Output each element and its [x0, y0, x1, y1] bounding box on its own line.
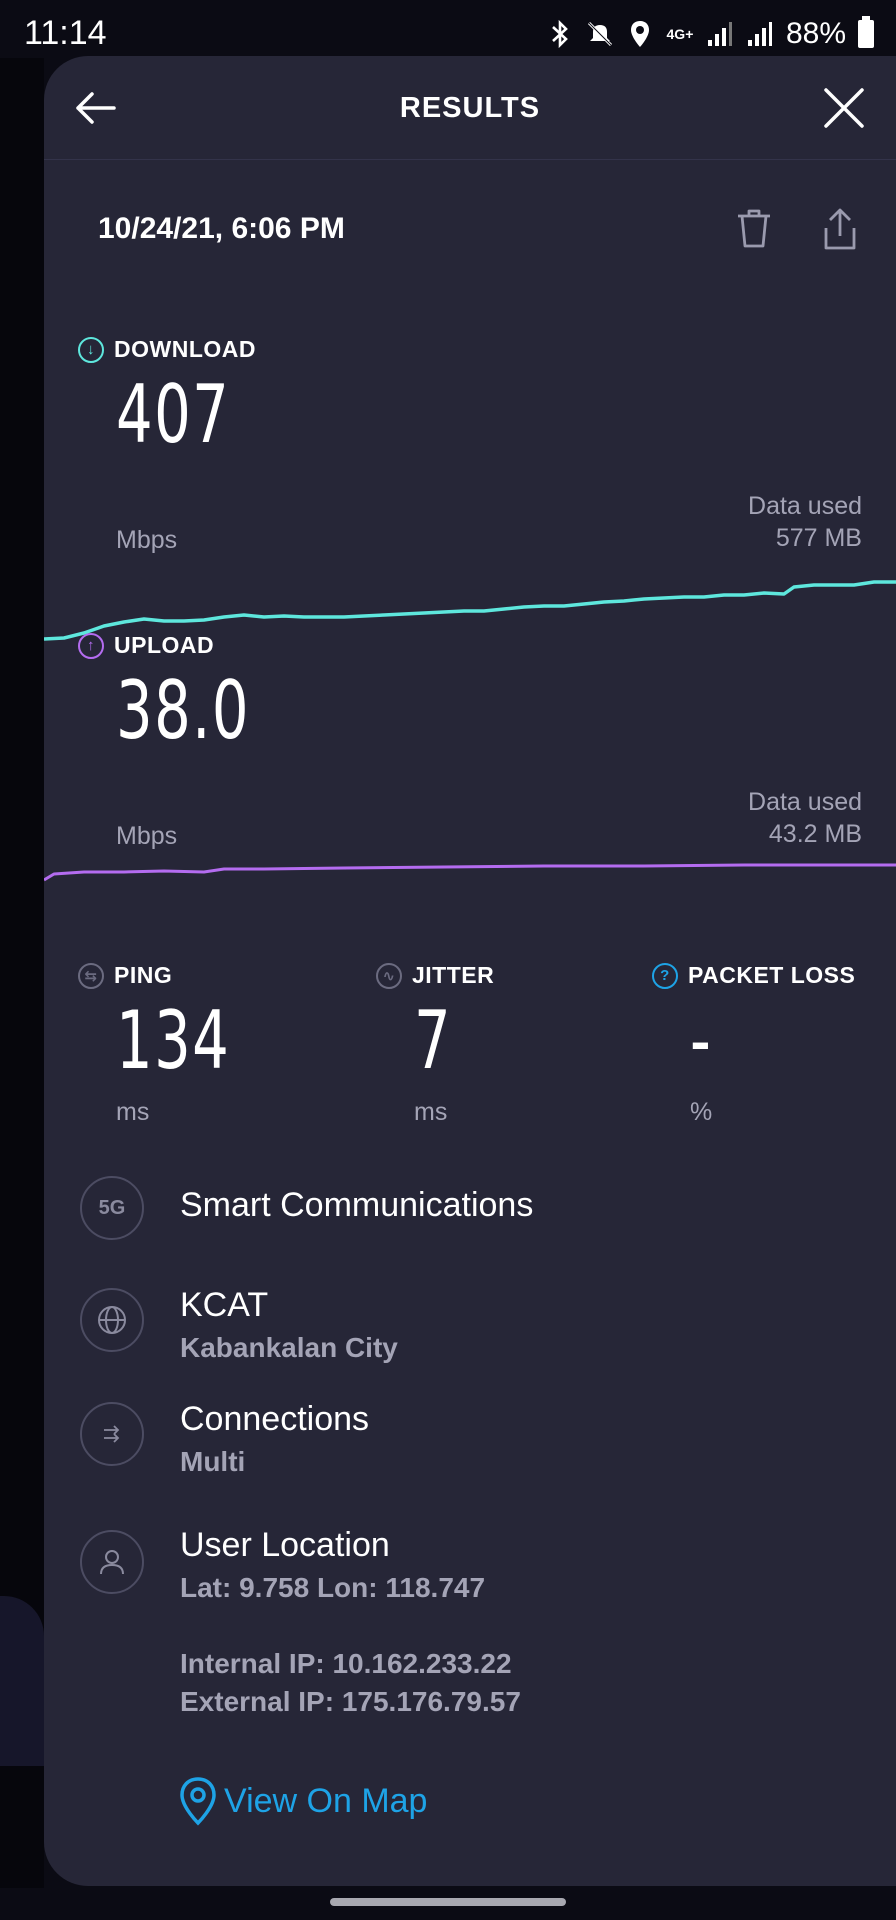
download-value: 407 [116, 368, 231, 461]
signal-icon [706, 18, 734, 50]
download-label: ↓ DOWNLOAD [78, 336, 256, 363]
person-glyph [100, 1550, 124, 1575]
upload-label: ↑ UPLOAD [78, 632, 214, 659]
close-button[interactable] [822, 86, 866, 130]
status-icons: 4G+ 88% [546, 14, 874, 54]
upload-data-used: Data used 43.2 MB [748, 786, 862, 850]
delete-button[interactable] [734, 208, 774, 250]
ping-unit: ms [116, 1098, 150, 1126]
close-icon [824, 88, 864, 128]
share-button[interactable] [818, 206, 862, 252]
connections-title: Connections [180, 1400, 370, 1438]
jitter-unit: ms [414, 1098, 448, 1126]
jitter-value: 7 [414, 994, 453, 1087]
battery-icon [858, 16, 874, 48]
ping-label-text: PING [114, 962, 173, 988]
result-datetime: 10/24/21, 6:06 PM [98, 212, 345, 245]
user-icon [80, 1530, 144, 1594]
ping-icon: ⇆ [78, 962, 104, 989]
external-ip: External IP: 175.176.79.57 [180, 1686, 521, 1717]
view-on-map-label: View On Map [224, 1781, 428, 1820]
server-location: Kabankalan City [180, 1332, 398, 1363]
packet-loss-label: ? PACKET LOSS [652, 962, 855, 989]
status-time: 11:14 [24, 14, 107, 52]
packet-loss-unit: % [690, 1098, 713, 1126]
user-location-title: User Location [180, 1526, 390, 1564]
multi-arrow-glyph [104, 1425, 120, 1443]
download-graph-line [44, 580, 896, 641]
upload-data-used-label: Data used [748, 788, 862, 816]
battery-percentage: 88% [785, 17, 846, 50]
network-type-indicator: 4G+ [666, 25, 694, 42]
jitter-icon: ∿ [376, 962, 402, 989]
connections-value: Multi [180, 1446, 246, 1477]
page-title: RESULTS [399, 92, 541, 124]
server-name[interactable]: KCAT [180, 1286, 268, 1325]
top-bar: RESULTS [44, 56, 896, 160]
signal-icon-2 [746, 18, 774, 50]
mute-icon [586, 18, 614, 50]
ping-value: 134 [116, 994, 231, 1087]
download-label-text: DOWNLOAD [114, 336, 256, 362]
globe-glyph [98, 1306, 126, 1334]
share-icon [824, 208, 856, 250]
help-icon[interactable]: ? [652, 962, 678, 989]
user-location-coords: Lat: 9.758 Lon: 118.747 [180, 1572, 486, 1603]
download-data-used-label: Data used [748, 492, 862, 520]
view-on-map-link[interactable]: View On Map [178, 1776, 427, 1826]
download-arrow-icon: ↓ [78, 336, 104, 363]
internal-ip: Internal IP: 10.162.233.22 [180, 1648, 512, 1679]
packet-loss-value: - [690, 994, 713, 1087]
upload-unit: Mbps [116, 822, 178, 850]
ping-label: ⇆ PING [78, 962, 172, 989]
upload-value: 38.0 [116, 664, 251, 757]
jitter-label-text: JITTER [412, 962, 495, 988]
background-card [0, 1596, 44, 1766]
upload-graph-line [44, 863, 896, 882]
upload-arrow-icon: ↑ [78, 632, 104, 659]
location-pin-icon [626, 18, 654, 50]
packet-loss-label-text: PACKET LOSS [688, 962, 856, 988]
upload-graph [44, 863, 896, 882]
network-5g-icon: 5G [80, 1176, 144, 1240]
results-panel: RESULTS 10/24/21, 6:06 PM ↓ DOWNLOAD 407… [44, 56, 896, 1886]
connections-icon [80, 1402, 144, 1466]
upload-data-used-value: 43.2 MB [768, 820, 862, 848]
map-pin-icon [180, 1777, 216, 1826]
home-indicator[interactable] [330, 1898, 566, 1906]
globe-icon[interactable] [80, 1288, 144, 1352]
download-graph [44, 580, 896, 641]
network-5g-badge: 5G [98, 1196, 126, 1219]
provider-name: Smart Communications [180, 1186, 534, 1224]
jitter-label: ∿ JITTER [376, 962, 494, 989]
upload-label-text: UPLOAD [114, 632, 215, 658]
trash-icon [738, 209, 770, 248]
bluetooth-icon [546, 18, 574, 50]
